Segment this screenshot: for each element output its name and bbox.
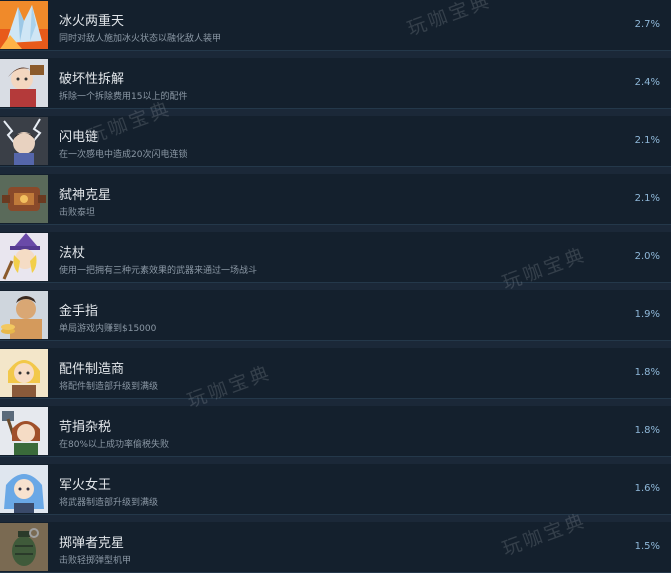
achievement-title: 破坏性拆解 (59, 72, 125, 87)
unlock-percent: 1.9% (634, 309, 660, 320)
achievement-description: 将武器制造部升级到满级 (59, 498, 159, 508)
achievement-row[interactable]: 法杖 使用一把拥有三种元素效果的武器来通过一场战斗 2.0% (0, 232, 671, 283)
achievement-row[interactable]: 弑神克星 击败泰坦 2.1% (0, 174, 671, 225)
gold-coins-icon (0, 291, 48, 339)
achievement-description: 在一次感电中造成20次闪电连锁 (59, 150, 188, 160)
achievement-row[interactable]: 军火女王 将武器制造部升级到满级 1.6% (0, 464, 671, 515)
achievement-title: 金手指 (59, 304, 99, 319)
unlock-percent: 2.1% (634, 135, 660, 146)
witch-staff-icon (0, 233, 48, 281)
unlock-percent: 1.6% (634, 483, 660, 494)
achievement-row[interactable]: 闪电链 在一次感电中造成20次闪电连锁 2.1% (0, 116, 671, 167)
achievement-title: 闪电链 (59, 130, 99, 145)
achievement-description: 在80%以上成功率偷税失败 (59, 440, 170, 450)
achievement-row[interactable]: 配件制造商 将配件制造部升级到满级 1.8% (0, 348, 671, 399)
achievement-row[interactable]: 冰火两重天 同时对敌人施加冰火状态以融化敌人装甲 2.7% (0, 0, 671, 51)
ice-crystal-icon (0, 1, 48, 49)
unlock-percent: 1.8% (634, 425, 660, 436)
achievement-title: 配件制造商 (59, 362, 125, 377)
unlock-percent: 2.0% (634, 251, 660, 262)
unlock-percent: 1.8% (634, 367, 660, 378)
achievement-description: 拆除一个拆除费用15以上的配件 (59, 92, 188, 102)
achievement-title: 苛捐杂税 (59, 420, 112, 435)
unlock-percent: 2.7% (634, 19, 660, 30)
blue-hair-queen-icon (0, 465, 48, 513)
achievement-description: 击败泰坦 (59, 208, 96, 218)
tax-axe-girl-icon (0, 407, 48, 455)
engineer-girl-icon (0, 59, 48, 107)
unlock-percent: 2.4% (634, 77, 660, 88)
achievement-row[interactable]: 掷弹者克星 击败轻掷弹型机甲 1.5% (0, 522, 671, 573)
achievement-description: 单局游戏内赚到$15000 (59, 324, 157, 334)
achievement-title: 冰火两重天 (59, 14, 125, 29)
achievement-title: 军火女王 (59, 478, 112, 493)
achievement-title: 法杖 (59, 246, 86, 261)
lightning-girl-icon (0, 117, 48, 165)
unlock-percent: 2.1% (634, 193, 660, 204)
achievement-description: 击败轻掷弹型机甲 (59, 556, 132, 566)
achievement-description: 将配件制造部升级到满级 (59, 382, 159, 392)
titan-machine-icon (0, 175, 48, 223)
unlock-percent: 1.5% (634, 541, 660, 552)
blonde-engineer-icon (0, 349, 48, 397)
achievement-row[interactable]: 苛捐杂税 在80%以上成功率偷税失败 1.8% (0, 406, 671, 457)
achievement-title: 掷弹者克星 (59, 536, 125, 551)
achievement-row[interactable]: 破坏性拆解 拆除一个拆除费用15以上的配件 2.4% (0, 58, 671, 109)
achievement-description: 使用一把拥有三种元素效果的武器来通过一场战斗 (59, 266, 258, 276)
achievement-row[interactable]: 金手指 单局游戏内赚到$15000 1.9% (0, 290, 671, 341)
achievement-title: 弑神克星 (59, 188, 112, 203)
achievement-description: 同时对敌人施加冰火状态以融化敌人装甲 (59, 34, 222, 44)
